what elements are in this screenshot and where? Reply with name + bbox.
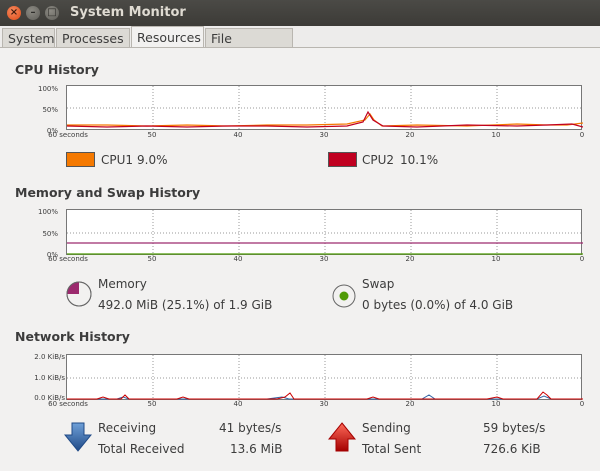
memory-x-tick: 20 xyxy=(405,255,415,263)
network-y-tick: 1.0 KiB/s xyxy=(34,374,65,382)
swap-label: Swap xyxy=(362,277,395,291)
cpu-x-tick: 30 xyxy=(319,131,329,139)
maximize-icon[interactable]: □ xyxy=(45,6,59,20)
receiving-label: Receiving xyxy=(98,421,157,435)
network-x-tick: 60 seconds xyxy=(48,400,88,408)
network-y-tick: 2.0 KiB/s xyxy=(34,353,65,361)
cpu-y-tick: 50% xyxy=(42,106,58,114)
sending-value: 59 bytes/s xyxy=(483,421,546,435)
network-x-tick: 40 xyxy=(233,400,243,408)
network-x-tick: 30 xyxy=(319,400,329,408)
network-x-tick: 0 xyxy=(579,400,585,408)
tab-file-systems[interactable]: File Systems xyxy=(205,28,293,65)
memory-x-tick: 60 seconds xyxy=(48,255,88,263)
cpu-y-tick: 100% xyxy=(37,85,58,93)
network-graph-svg xyxy=(67,355,583,401)
swap-detail: 0 bytes (0.0%) of 4.0 GiB xyxy=(362,298,514,312)
cpu-x-tick: 0 xyxy=(579,131,585,139)
memory-x-tick: 40 xyxy=(233,255,243,263)
memory-x-tick: 50 xyxy=(147,255,157,263)
cpu2-color-button[interactable] xyxy=(328,152,357,167)
cpu-x-tick: 50 xyxy=(147,131,157,139)
tab-bar: System Processes Resources File Systems xyxy=(0,26,600,65)
sending-label: Sending xyxy=(362,421,411,435)
memory-y-tick: 50% xyxy=(42,230,58,238)
network-x-tick: 10 xyxy=(491,400,501,408)
title-bar[interactable]: × – □ System Monitor xyxy=(0,0,600,26)
total-sent-label: Total Sent xyxy=(362,442,422,456)
cpu1-label: CPU1 xyxy=(101,153,134,167)
network-x-tick: 50 xyxy=(147,400,157,408)
memory-detail: 492.0 MiB (25.1%) of 1.9 GiB xyxy=(98,298,273,312)
total-sent-value: 726.6 KiB xyxy=(483,442,541,456)
memory-pie-icon[interactable] xyxy=(65,280,93,308)
memory-history-title: Memory and Swap History xyxy=(15,185,201,200)
cpu-graph xyxy=(66,85,583,131)
swap-pie-icon[interactable] xyxy=(331,283,357,309)
cpu-history-title: CPU History xyxy=(15,62,99,77)
network-history-title: Network History xyxy=(15,329,130,344)
sending-arrow-icon[interactable] xyxy=(328,422,356,452)
memory-x-tick: 30 xyxy=(319,255,329,263)
total-received-value: 13.6 MiB xyxy=(230,442,283,456)
cpu-x-tick: 40 xyxy=(233,131,243,139)
memory-x-tick: 10 xyxy=(491,255,501,263)
memory-graph-svg xyxy=(67,210,583,256)
cpu1-value: 9.0% xyxy=(137,153,168,167)
tab-processes[interactable]: Processes xyxy=(56,28,130,47)
cpu-x-tick: 60 seconds xyxy=(48,131,88,139)
minimize-icon[interactable]: – xyxy=(26,6,40,20)
cpu-x-tick: 10 xyxy=(491,131,501,139)
tab-system[interactable]: System xyxy=(2,28,55,47)
receiving-value: 41 bytes/s xyxy=(219,421,282,435)
network-graph xyxy=(66,354,583,401)
system-monitor-window: × – □ System Monitor System Processes Re… xyxy=(0,0,600,471)
close-icon[interactable]: × xyxy=(7,6,21,20)
memory-label: Memory xyxy=(98,277,147,291)
window-title: System Monitor xyxy=(70,5,186,20)
memory-graph xyxy=(66,209,583,256)
cpu2-value: 10.1% xyxy=(400,153,439,167)
network-x-tick: 20 xyxy=(405,400,415,408)
cpu-graph-svg xyxy=(67,86,583,131)
cpu-x-tick: 20 xyxy=(405,131,415,139)
resources-panel: CPU History 100% 50% 0% 60 seconds 50 40… xyxy=(0,47,600,471)
cpu1-color-button[interactable] xyxy=(66,152,95,167)
cpu2-label: CPU2 xyxy=(362,153,395,167)
receiving-arrow-icon[interactable] xyxy=(64,422,92,452)
memory-y-tick: 100% xyxy=(37,208,58,216)
tab-resources[interactable]: Resources xyxy=(131,26,204,48)
memory-x-tick: 0 xyxy=(579,255,585,263)
total-received-label: Total Received xyxy=(98,442,185,456)
